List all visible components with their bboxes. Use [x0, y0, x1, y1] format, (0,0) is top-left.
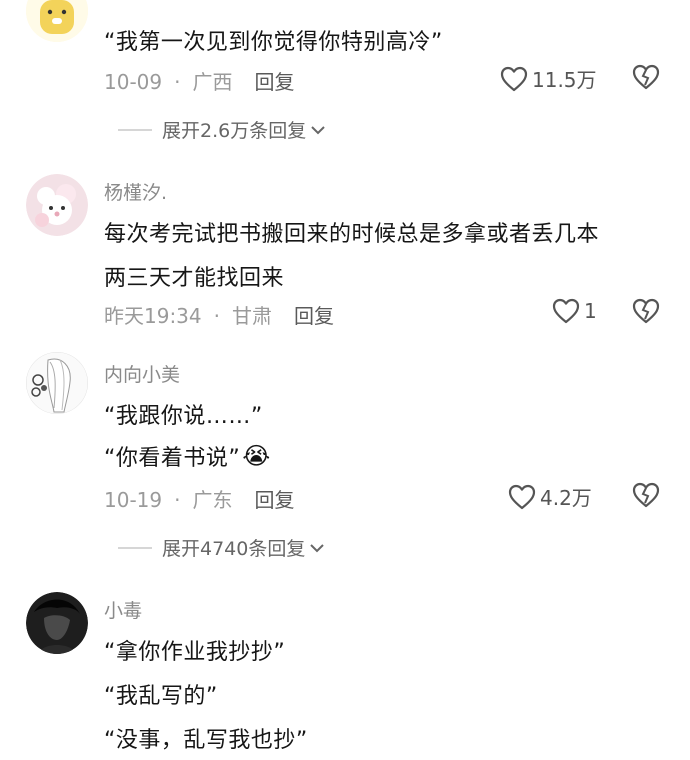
heart-icon	[500, 66, 528, 91]
comment-text-content: “你看着书说”	[104, 446, 241, 471]
separator: ·	[174, 70, 181, 94]
plush-avatar-icon	[26, 174, 88, 236]
like-count: 1	[584, 299, 597, 323]
comment-meta: 10-09 · 广西 回复	[104, 66, 294, 95]
comment-location: 广东	[192, 488, 233, 512]
comment-text: “我乱写的”	[104, 684, 218, 709]
like-count: 11.5万	[532, 68, 597, 92]
broken-heart-icon	[632, 298, 660, 324]
comment-date: 昨天19:34	[104, 304, 202, 328]
chevron-down-icon	[311, 125, 325, 134]
comment-location: 广西	[192, 70, 233, 94]
like-button[interactable]: 1	[552, 298, 597, 324]
expand-replies-label: 展开4740条回复	[162, 538, 306, 560]
comment-location: 甘肃	[232, 304, 272, 328]
comment-text: “我第一次见到你觉得你特别高冷”	[104, 30, 443, 55]
divider	[118, 546, 152, 549]
expand-replies-label: 展开2.6万条回复	[162, 120, 307, 142]
heart-icon	[508, 484, 536, 509]
reply-button[interactable]: 回复	[294, 304, 334, 328]
sketch-girl-avatar-icon	[26, 352, 88, 414]
dislike-button[interactable]	[632, 64, 660, 94]
comment-text: 两三天才能找回来	[104, 266, 285, 291]
expand-replies-button[interactable]: 展开4740条回复	[118, 534, 325, 561]
comment-date: 10-09	[104, 70, 163, 94]
dislike-button[interactable]	[632, 298, 660, 328]
comment-date: 10-19	[104, 488, 163, 512]
reply-button[interactable]: 回复	[254, 488, 294, 512]
comment-text: “没事，乱写我也抄”	[104, 728, 308, 753]
chevron-down-icon	[310, 543, 325, 552]
avatar[interactable]	[26, 174, 88, 236]
username[interactable]: 杨槿汐.	[104, 178, 167, 205]
avatar[interactable]	[26, 0, 88, 42]
separator: ·	[213, 304, 220, 328]
reply-button[interactable]: 回复	[254, 70, 294, 94]
crying-emoji-icon: 😭	[242, 442, 271, 470]
broken-heart-icon	[632, 64, 660, 90]
dark-avatar-icon	[26, 592, 88, 654]
broken-heart-icon	[632, 482, 660, 508]
username[interactable]: 小毒	[104, 596, 142, 623]
bear-avatar-icon	[26, 0, 88, 42]
dislike-button[interactable]	[632, 482, 660, 512]
comment-text: “我跟你说……”	[104, 404, 263, 429]
avatar[interactable]	[26, 592, 88, 654]
comment-text: “拿你作业我抄抄”	[104, 640, 286, 665]
like-button[interactable]: 11.5万	[500, 64, 597, 93]
comment-text: 每次考完试把书搬回来的时候总是多拿或者丢几本	[104, 222, 600, 247]
expand-replies-button[interactable]: 展开2.6万条回复	[118, 116, 326, 143]
like-count: 4.2万	[540, 486, 592, 510]
comment-meta: 昨天19:34 · 甘肃 回复	[104, 300, 334, 329]
heart-icon	[552, 298, 580, 324]
separator: ·	[174, 488, 181, 512]
avatar[interactable]	[26, 352, 88, 414]
comment-meta: 10-19 · 广东 回复	[104, 484, 294, 513]
username[interactable]: 内向小美	[104, 360, 180, 387]
like-button[interactable]: 4.2万	[508, 482, 592, 511]
divider	[118, 128, 152, 131]
comment-text: “你看着书说” 😭	[104, 440, 271, 472]
